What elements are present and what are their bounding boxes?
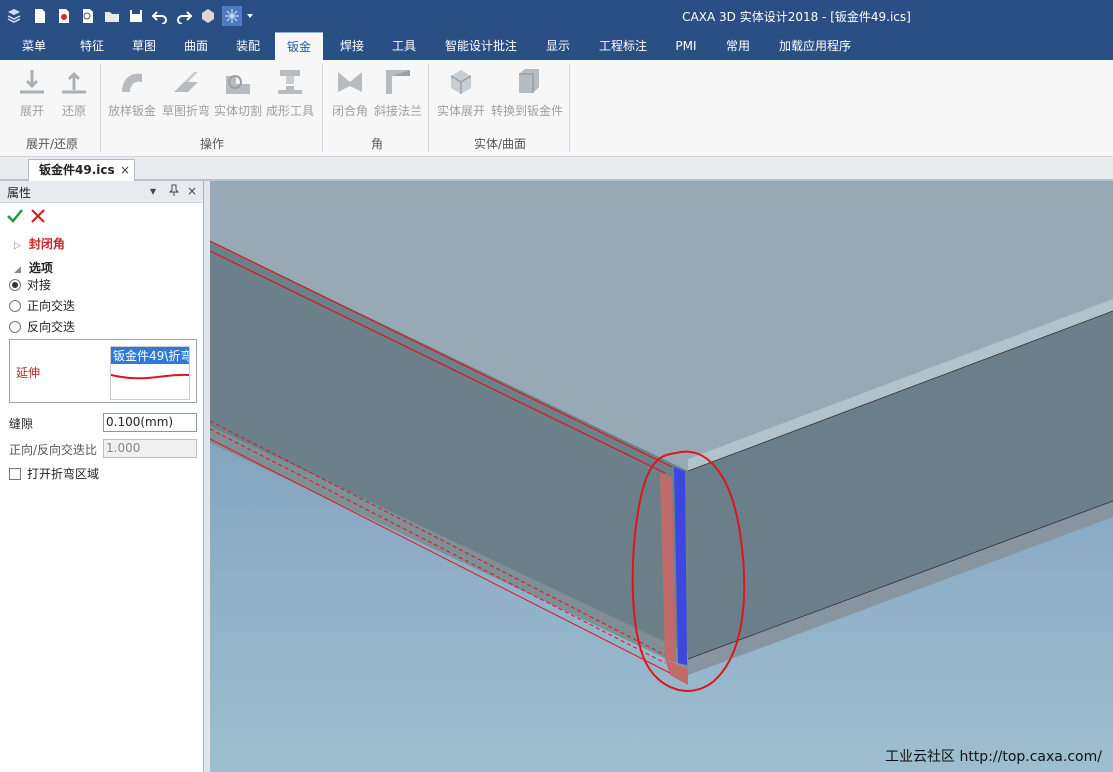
section-options-label: 选项	[28, 261, 53, 275]
closed-corner-icon	[338, 72, 362, 92]
ribbon-panel: 展开 还原 展开/还原 放样钣金 草图折弯 实体切割 成形工具 操作 闭合角 斜…	[0, 60, 1113, 157]
section-closed-corner-label: 封闭角	[28, 237, 65, 251]
tab-surface[interactable]: 曲面	[172, 32, 220, 60]
document-tab-strip: 钣金件49.ics ×	[0, 157, 1113, 181]
loft-sheet-label: 放样钣金	[107, 104, 156, 118]
ribbon-divider	[322, 64, 323, 152]
group-operations: 操作	[199, 137, 224, 151]
solid-cut-label: 实体切割	[213, 104, 262, 118]
close-icon[interactable]: ×	[120, 160, 130, 180]
tab-display[interactable]: 显示	[534, 32, 582, 60]
extend-selection-list[interactable]: 钣金件49\折弯	[110, 346, 190, 400]
title-bar: CAXA 3D 实体设计2018 - [钣金件49.ics]	[0, 0, 1113, 32]
sketch-bend-label: 草图折弯	[161, 104, 210, 118]
tab-smart-annotation[interactable]: 智能设计批注	[436, 32, 526, 60]
watermark-text: 工业云社区 http://top.caxa.com/	[885, 749, 1102, 765]
open-bend-region-label: 打开折弯区域	[27, 467, 100, 481]
tab-assembly[interactable]: 装配	[224, 32, 272, 60]
tab-tools[interactable]: 工具	[380, 32, 428, 60]
unfold-button[interactable]: 展开	[12, 66, 52, 119]
extend-selection-box[interactable]: 延伸 钣金件49\折弯	[9, 339, 197, 403]
open-bend-region-checkbox[interactable]: 打开折弯区域	[9, 465, 99, 482]
ok-check-icon[interactable]	[7, 208, 23, 224]
annotation-underline	[111, 373, 189, 380]
forming-tool-label: 成形工具	[265, 104, 314, 118]
radio-butt-label: 对接	[27, 278, 52, 292]
radio-indicator	[9, 278, 21, 291]
expand-arrow-icon: ▷	[14, 241, 21, 251]
solid-unfold-icon	[450, 70, 472, 94]
properties-header: 属性 ▾ ×	[0, 181, 203, 203]
document-tab[interactable]: 钣金件49.ics ×	[28, 159, 135, 181]
forming-tool-icon	[278, 70, 302, 94]
convert-to-sheet-button[interactable]: 转换到钣金件	[490, 66, 564, 119]
tab-sketch[interactable]: 草图	[120, 32, 168, 60]
section-closed-corner[interactable]: ▷ 封闭角	[14, 235, 65, 252]
group-corner: 角	[370, 137, 383, 151]
window-title: CAXA 3D 实体设计2018 - [钣金件49.ics]	[682, 10, 911, 24]
checkbox-box	[9, 467, 21, 480]
ribbon-divider	[100, 64, 101, 152]
ribbon-divider	[569, 64, 570, 152]
gap-label: 缝隙	[9, 417, 34, 431]
ribbon-tab-bar: 菜单 特征 草图 曲面 装配 钣金 焊接 工具 智能设计批注 显示 工程标注 P…	[0, 32, 1113, 60]
refold-icon	[62, 71, 86, 94]
extend-selection-item[interactable]: 钣金件49\折弯	[111, 347, 189, 364]
pin-icon[interactable]	[168, 184, 180, 199]
radio-butt[interactable]: 对接	[9, 276, 51, 293]
solid-cut-icon	[226, 75, 250, 94]
miter-flange-button[interactable]: 斜接法兰	[372, 66, 424, 119]
solid-cut-button[interactable]: 实体切割	[212, 66, 264, 119]
tab-addins[interactable]: 加载应用程序	[770, 32, 860, 60]
gap-input[interactable]: 0.100(mm)	[103, 413, 197, 432]
miter-flange-icon	[386, 70, 410, 94]
refold-label: 还原	[61, 104, 86, 118]
close-icon[interactable]: ×	[187, 184, 197, 198]
solid-unfold-label: 实体展开	[436, 104, 485, 118]
tab-menu[interactable]: 菜单	[10, 32, 58, 60]
ribbon-divider	[428, 64, 429, 152]
solid-unfold-button[interactable]: 实体展开	[434, 66, 488, 119]
cancel-x-icon[interactable]	[30, 208, 46, 224]
refold-button[interactable]: 还原	[54, 66, 94, 119]
sketch-bend-icon	[174, 72, 198, 92]
radio-reverse-overlap[interactable]: 反向交迭	[9, 318, 75, 335]
radio-reverse-overlap-label: 反向交迭	[27, 320, 76, 334]
sketch-bend-button[interactable]: 草图折弯	[160, 66, 212, 119]
loft-sheet-button[interactable]: 放样钣金	[106, 66, 158, 119]
convert-sheet-label: 转换到钣金件	[490, 104, 563, 118]
collapse-arrow-icon: ◢	[14, 265, 21, 275]
loft-sheet-icon	[122, 73, 142, 92]
sheet-metal-model-view[interactable]	[210, 181, 1113, 772]
section-options[interactable]: ◢ 选项	[14, 259, 53, 276]
tab-pmi[interactable]: PMI	[664, 32, 708, 60]
tab-welding[interactable]: 焊接	[328, 32, 376, 60]
extend-label: 延伸	[16, 366, 41, 380]
radio-indicator	[9, 299, 21, 312]
unfold-icon	[20, 70, 44, 94]
closed-corner-button[interactable]: 闭合角	[328, 66, 372, 119]
radio-forward-overlap[interactable]: 正向交迭	[9, 297, 75, 314]
miter-flange-label: 斜接法兰	[373, 104, 422, 118]
properties-panel: 属性 ▾ × ▷ 封闭角 ◢ 选项 对接 正向交迭 反向交迭 延伸 钣金件49\折弯…	[0, 181, 204, 772]
convert-sheet-icon	[519, 69, 539, 93]
overlap-ratio-label: 正向/反向交迭比	[9, 443, 98, 457]
document-tab-label: 钣金件49.ics	[39, 163, 115, 177]
group-solid-surface: 实体/曲面	[473, 137, 527, 151]
overlap-ratio-input[interactable]: 1.000	[103, 439, 197, 458]
properties-title: 属性	[7, 186, 32, 200]
forming-tool-button[interactable]: 成形工具	[264, 66, 316, 119]
unfold-label: 展开	[19, 104, 44, 118]
tab-sheet-metal[interactable]: 钣金	[275, 32, 323, 60]
tab-engineering-annotation[interactable]: 工程标注	[590, 32, 656, 60]
chevron-down-icon[interactable]: ▾	[150, 184, 156, 198]
closed-corner-label: 闭合角	[331, 104, 368, 118]
radio-forward-overlap-label: 正向交迭	[27, 299, 76, 313]
tab-features[interactable]: 特征	[68, 32, 116, 60]
radio-indicator	[9, 320, 21, 333]
3d-viewport[interactable]	[210, 181, 1113, 772]
tab-common[interactable]: 常用	[716, 32, 760, 60]
group-unfold-restore: 展开/还原	[25, 137, 79, 151]
